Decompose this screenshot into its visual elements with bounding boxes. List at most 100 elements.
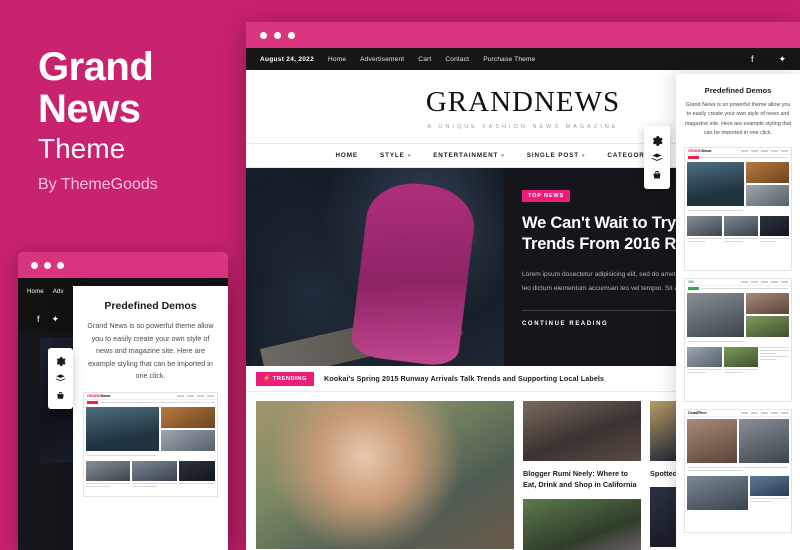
nav-label: ENTERTAINMENT — [433, 152, 499, 159]
thumb-lower-grid — [685, 215, 791, 246]
promo-author: By ThemeGoods — [38, 176, 158, 193]
thumb-hero-grid — [84, 405, 217, 453]
main-window-body: August 24, 2022 Home Advertisement Cart … — [246, 48, 800, 550]
demos-body: Grand News is so powerful theme allow yo… — [684, 102, 792, 137]
thumb-image — [746, 184, 789, 206]
thumb-image — [687, 346, 722, 367]
nav-item-entertainment[interactable]: ENTERTAINMENT ▾ — [433, 152, 505, 159]
topbar-link-purchase-theme[interactable]: Purchase Theme — [483, 56, 535, 63]
thumb-sidebar — [178, 460, 216, 489]
window-dot-maximize[interactable] — [57, 261, 64, 269]
facebook-icon[interactable]: f — [37, 314, 40, 324]
demo-thumbnail-1[interactable]: GRANDNews — [684, 146, 792, 271]
main-browser-window: August 24, 2022 Home Advertisement Cart … — [246, 22, 800, 550]
mini-predefined-demos-card: Predefined Demos Grand News is so powerf… — [73, 286, 228, 550]
mini-topbar-link-home[interactable]: Home — [27, 289, 44, 295]
demo-thumbnail[interactable]: GRANDNews — [83, 391, 218, 497]
thumb-image — [723, 346, 759, 367]
chevron-down-icon: ▾ — [407, 152, 412, 159]
window-dot-close[interactable] — [31, 261, 38, 269]
thumb-header: GrandNews — [685, 409, 791, 417]
nav-label: STYLE — [379, 152, 405, 159]
thumb-hero-image — [739, 418, 789, 463]
article-title: Blogger Rumi Neely: Where to Eat, Drink … — [523, 469, 637, 490]
nav-item-style[interactable]: STYLE ▾ — [380, 152, 411, 159]
thumb-column — [86, 460, 131, 489]
thumb-nav — [741, 150, 788, 152]
thumb-section-title — [84, 453, 217, 461]
thumb-hero-column — [746, 292, 789, 337]
trending-label: TRENDING — [272, 375, 307, 382]
mini-demo-list: GRANDNews — [83, 391, 218, 497]
thumb-header: GN — [685, 278, 791, 286]
thumb-header: GRANDNews — [84, 392, 217, 400]
demos-heading: Predefined Demos — [704, 86, 772, 95]
thumb-image — [178, 460, 216, 481]
demo-thumbnail-3[interactable]: GrandNews — [684, 408, 792, 533]
promo-title: Grand News — [38, 46, 154, 132]
trending-headline[interactable]: Kookai's Spring 2015 Runway Arrivals Tal… — [324, 374, 604, 383]
facebook-icon[interactable]: f — [751, 54, 754, 64]
thumb-logo-prefix: GRAND — [688, 148, 702, 154]
topbar-link-cart[interactable]: Cart — [418, 56, 431, 63]
article-card-large[interactable] — [256, 401, 514, 550]
topbar-link-home[interactable]: Home — [328, 56, 346, 63]
window-dot-minimize[interactable] — [274, 31, 281, 39]
twitter-icon[interactable]: ✦ — [51, 314, 59, 325]
predefined-demos-panel: Predefined Demos Grand News is so powerf… — [676, 74, 800, 550]
thumb-section-title — [685, 208, 791, 216]
layers-icon[interactable] — [48, 370, 73, 387]
cart-icon[interactable] — [48, 387, 73, 404]
gear-icon[interactable] — [644, 132, 670, 149]
theme-options-rail — [644, 126, 670, 189]
thumb-hero-image — [687, 418, 737, 463]
layers-icon[interactable] — [644, 149, 670, 166]
thumb-logo: GRANDNews — [688, 148, 712, 154]
thumb-image — [160, 429, 215, 451]
topbar-link-contact[interactable]: Contact — [445, 56, 469, 63]
window-dot-minimize[interactable] — [44, 261, 51, 269]
thumb-hero-grid — [685, 160, 791, 208]
thumb-image — [760, 215, 790, 236]
gear-icon[interactable] — [48, 353, 73, 370]
mini-topbar-link-adv[interactable]: Adv — [53, 289, 64, 295]
chevron-down-icon: ▾ — [501, 152, 505, 159]
thumb-logo: GN — [688, 279, 694, 284]
topbar-date: August 24, 2022 — [260, 55, 314, 63]
thumb-lower-grid — [685, 475, 791, 514]
thumb-nav — [741, 281, 788, 283]
thumb-nav — [177, 395, 214, 397]
mini-icon-rail — [48, 348, 73, 409]
promo-title-line2: News — [38, 87, 141, 132]
nav-item-home[interactable]: HOME — [335, 152, 358, 159]
thumb-image — [687, 215, 722, 236]
article-image — [523, 401, 641, 461]
nav-item-single-post[interactable]: SINGLE POST ▾ — [527, 152, 586, 159]
thumb-column — [723, 215, 759, 244]
article-image — [523, 498, 641, 550]
bolt-icon: ⚡ — [263, 375, 271, 382]
chevron-down-icon: ▾ — [581, 152, 586, 159]
cart-icon[interactable] — [644, 166, 670, 183]
thumb-hero-image — [687, 292, 745, 337]
thumb-sidebar — [750, 475, 789, 512]
demo-thumbnail-2[interactable]: GN — [684, 277, 792, 402]
thumb-header: GRANDNews — [685, 147, 791, 155]
thumb-hero-column — [160, 406, 215, 451]
promo-subtitle: Theme — [38, 133, 126, 164]
thumb-sidebar — [760, 346, 790, 375]
nav-label: SINGLE POST — [526, 152, 579, 159]
thumb-image — [132, 460, 177, 481]
trending-badge: ⚡ TRENDING — [256, 371, 314, 386]
article-card[interactable]: Blogger Rumi Neely: Where to Eat, Drink … — [523, 401, 641, 550]
thumb-column — [132, 460, 177, 489]
window-dot-close[interactable] — [260, 31, 267, 39]
site-topbar: August 24, 2022 Home Advertisement Cart … — [246, 48, 800, 70]
twitter-icon[interactable]: ✦ — [778, 54, 786, 65]
topbar-link-advertisement[interactable]: Advertisement — [360, 56, 404, 63]
mini-demos-body: Grand News is so powerful theme allow yo… — [87, 321, 214, 381]
thumb-image — [723, 215, 759, 236]
window-dot-maximize[interactable] — [288, 31, 295, 39]
thumb-image — [160, 406, 215, 428]
thumb-image — [687, 475, 749, 510]
